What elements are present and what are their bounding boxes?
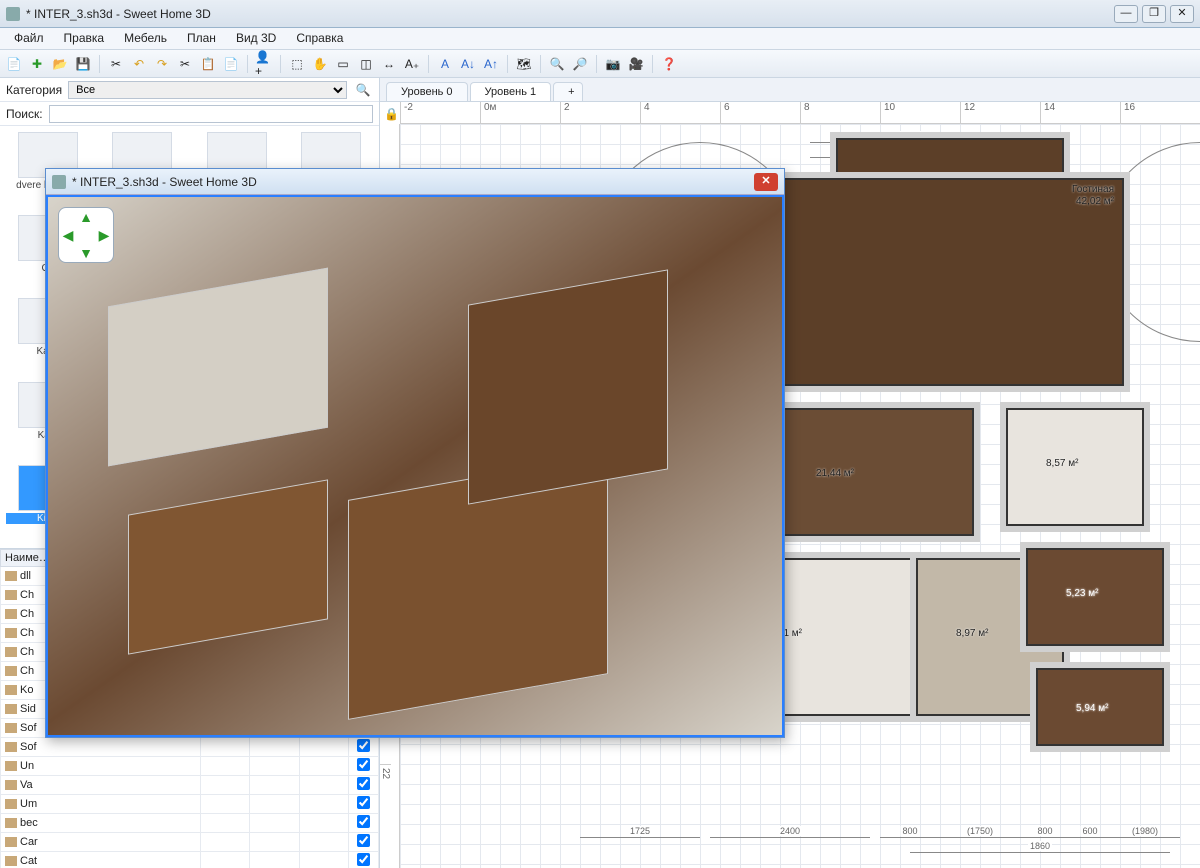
titlebar: * INTER_3.sh3d - Sweet Home 3D — ❐ ✕: [0, 0, 1200, 28]
nav-up-icon[interactable]: ▲: [77, 208, 95, 226]
dimension-line: (1750): [940, 837, 1020, 838]
visibility-checkbox[interactable]: [357, 777, 370, 790]
visibility-checkbox[interactable]: [357, 834, 370, 847]
level-tab-0[interactable]: Уровень 0: [386, 82, 468, 101]
window-title: * INTER_3.sh3d - Sweet Home 3D: [26, 7, 1110, 21]
search-icon[interactable]: 🔍: [353, 80, 373, 100]
level-tabs: Уровень 0 Уровень 1 +: [380, 78, 1200, 102]
table-row[interactable]: Um: [1, 795, 379, 814]
visibility-checkbox[interactable]: [357, 796, 370, 809]
nav-right-icon[interactable]: ▶: [95, 226, 113, 244]
open-icon[interactable]: 📂: [50, 54, 70, 74]
wall-icon[interactable]: ▭: [333, 54, 353, 74]
toolbar: 📄 ✚ 📂 💾 ✂ ↶ ↷ ✂ 📋 📄 👤+ ⬚ ✋ ▭ ◫ ↔ A₊ A A↓…: [0, 50, 1200, 78]
category-label: Категория: [6, 83, 62, 97]
table-row[interactable]: bec: [1, 814, 379, 833]
search-input[interactable]: [49, 105, 373, 123]
menu-view3d[interactable]: Вид 3D: [226, 28, 286, 49]
category-select[interactable]: Все: [68, 81, 347, 99]
level-tab-1[interactable]: Уровень 1: [470, 82, 552, 101]
separator: [507, 55, 508, 73]
room-6[interactable]: 5,23 м²: [1020, 542, 1170, 652]
cut2-icon[interactable]: ✂: [175, 54, 195, 74]
table-row[interactable]: Cat: [1, 852, 379, 868]
save-icon[interactable]: 💾: [73, 54, 93, 74]
new-icon[interactable]: 📄: [4, 54, 24, 74]
select-icon[interactable]: ⬚: [287, 54, 307, 74]
close-button[interactable]: ✕: [1170, 5, 1194, 23]
dimension-line: (1980): [1110, 837, 1180, 838]
separator: [99, 55, 100, 73]
app-icon: [52, 175, 66, 189]
separator: [247, 55, 248, 73]
camera-icon[interactable]: 📷: [603, 54, 623, 74]
dimension-line: 800: [880, 837, 940, 838]
separator: [428, 55, 429, 73]
video-icon[interactable]: 🎥: [626, 54, 646, 74]
menu-furniture[interactable]: Мебель: [114, 28, 177, 49]
map-icon[interactable]: 🗺: [514, 54, 534, 74]
maximize-button[interactable]: ❐: [1142, 5, 1166, 23]
separator: [280, 55, 281, 73]
font-bold-icon[interactable]: A: [435, 54, 455, 74]
dimension-line: 1725: [580, 837, 700, 838]
floor-plan[interactable]: Гостиная 42,02 м² 21,44 м² 8,57 м² 16,01…: [720, 162, 1180, 792]
zoom-in-icon[interactable]: 🔎: [570, 54, 590, 74]
window-3d-title: * INTER_3.sh3d - Sweet Home 3D: [72, 175, 754, 189]
separator: [652, 55, 653, 73]
redo-icon[interactable]: ↷: [152, 54, 172, 74]
search-label: Поиск:: [6, 107, 43, 121]
visibility-checkbox[interactable]: [357, 853, 370, 866]
minimize-button[interactable]: —: [1114, 5, 1138, 23]
cut-icon[interactable]: ✂: [106, 54, 126, 74]
menu-plan[interactable]: План: [177, 28, 226, 49]
nav-down-icon[interactable]: ▼: [77, 244, 95, 262]
table-row[interactable]: Va: [1, 776, 379, 795]
nav-compass[interactable]: ▲ ◀ ▶ ▼: [58, 207, 114, 263]
window-3d-close-button[interactable]: ✕: [754, 173, 778, 191]
font-up-icon[interactable]: A↑: [481, 54, 501, 74]
room-7[interactable]: 5,94 м²: [1030, 662, 1170, 752]
lock-icon[interactable]: 🔒: [384, 107, 399, 121]
paste-icon[interactable]: 📄: [221, 54, 241, 74]
visibility-checkbox[interactable]: [357, 758, 370, 771]
separator: [540, 55, 541, 73]
help-icon[interactable]: ❓: [659, 54, 679, 74]
font-down-icon[interactable]: A↓: [458, 54, 478, 74]
app-icon: [6, 7, 20, 21]
separator: [596, 55, 597, 73]
visibility-checkbox[interactable]: [357, 739, 370, 752]
catalog-category-row: Категория Все 🔍: [0, 78, 379, 102]
add-icon[interactable]: ✚: [27, 54, 47, 74]
level-add-button[interactable]: +: [553, 82, 583, 101]
add-furniture-icon[interactable]: 👤+: [254, 54, 274, 74]
dimension-line: 800: [1020, 837, 1070, 838]
zoom-out-icon[interactable]: 🔍: [547, 54, 567, 74]
room-3[interactable]: 8,57 м²: [1000, 402, 1150, 532]
catalog-search-row: Поиск:: [0, 102, 379, 126]
dimension-line: 2400: [710, 837, 870, 838]
room-icon[interactable]: ◫: [356, 54, 376, 74]
room-living[interactable]: Гостиная 42,02 м²: [770, 172, 1130, 392]
canvas-3d-view[interactable]: ▲ ◀ ▶ ▼: [46, 195, 784, 737]
menu-edit[interactable]: Правка: [54, 28, 115, 49]
menubar: Файл Правка Мебель План Вид 3D Справка: [0, 28, 1200, 50]
visibility-checkbox[interactable]: [357, 815, 370, 828]
window-3d-titlebar[interactable]: * INTER_3.sh3d - Sweet Home 3D ✕: [46, 169, 784, 195]
dimension-line: 600: [1070, 837, 1110, 838]
table-row[interactable]: Car: [1, 833, 379, 852]
dimension-line: 1860: [910, 852, 1170, 853]
table-row[interactable]: Un: [1, 757, 379, 776]
table-row[interactable]: Sof: [1, 738, 379, 757]
ruler-horizontal: -20м 24 68 1012 1416: [400, 102, 1200, 124]
undo-icon[interactable]: ↶: [129, 54, 149, 74]
text-icon[interactable]: A₊: [402, 54, 422, 74]
menu-help[interactable]: Справка: [286, 28, 353, 49]
dim-icon[interactable]: ↔: [379, 54, 399, 74]
copy-icon[interactable]: 📋: [198, 54, 218, 74]
pan-icon[interactable]: ✋: [310, 54, 330, 74]
nav-left-icon[interactable]: ◀: [59, 226, 77, 244]
menu-file[interactable]: Файл: [4, 28, 54, 49]
window-3d-view[interactable]: * INTER_3.sh3d - Sweet Home 3D ✕ ▲ ◀ ▶ ▼: [45, 168, 785, 738]
